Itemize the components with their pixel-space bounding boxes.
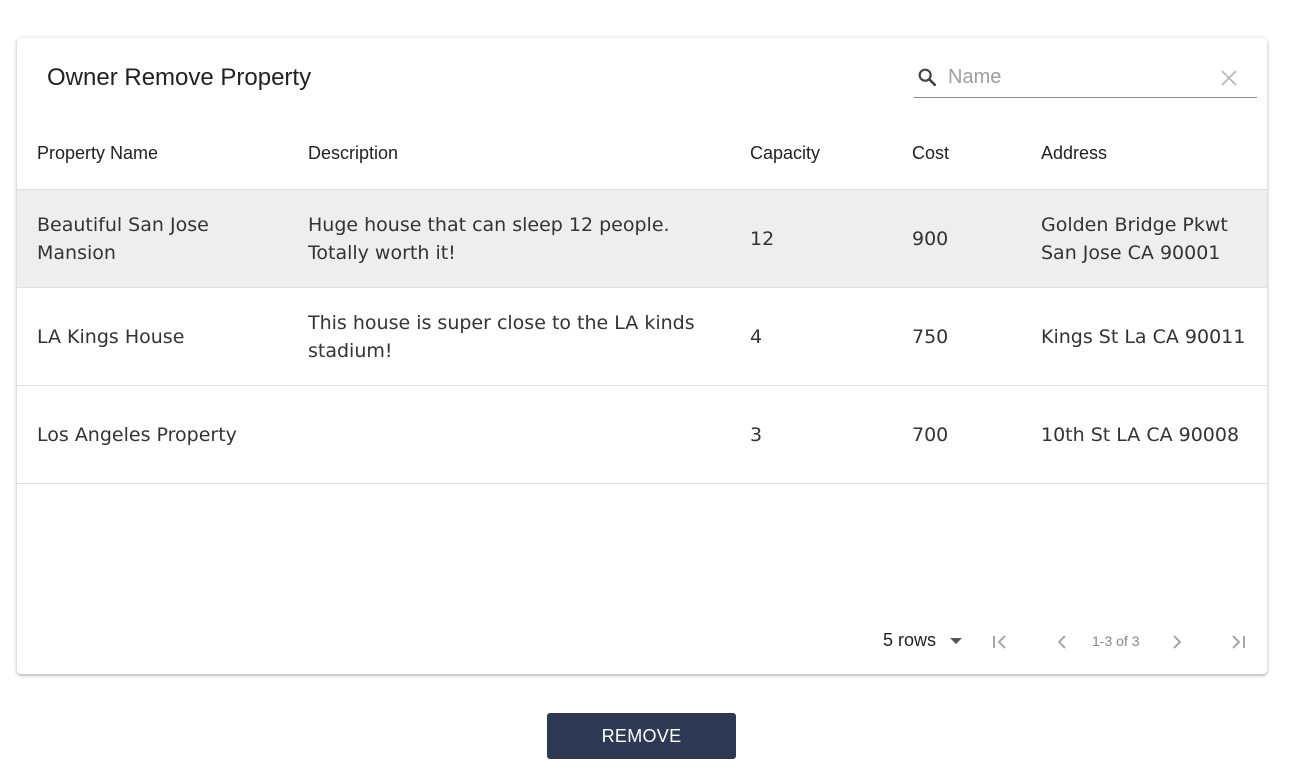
table-row[interactable]: LA Kings House This house is super close…	[17, 287, 1267, 386]
cell-address: Golden Bridge Pkwt San Jose CA 90001	[1021, 189, 1267, 288]
column-header-cost[interactable]: Cost	[892, 118, 1021, 190]
cell-capacity: 3	[730, 385, 892, 484]
table-toolbar: Owner Remove Property	[17, 38, 1267, 118]
table-row[interactable]: Los Angeles Property 3 700 10th St LA CA…	[17, 385, 1267, 484]
cell-cost: 750	[892, 287, 1021, 386]
column-header-description[interactable]: Description	[288, 118, 730, 190]
cell-property-name: Los Angeles Property	[17, 385, 288, 484]
page-info: 1-3 of 3	[1092, 633, 1140, 649]
chevron-down-icon[interactable]	[950, 638, 962, 644]
cell-cost: 700	[892, 385, 1021, 484]
search-field[interactable]	[914, 60, 1257, 98]
cell-capacity: 12	[730, 189, 892, 288]
search-icon	[916, 66, 938, 88]
last-page-icon[interactable]	[1225, 630, 1249, 654]
cell-address: Kings St La CA 90011	[1021, 287, 1267, 386]
cell-description: This house is super close to the LA kind…	[288, 287, 730, 386]
cell-property-name: LA Kings House	[17, 287, 288, 386]
table-header-row: Property Name Description Capacity Cost …	[17, 118, 1267, 190]
column-header-capacity[interactable]: Capacity	[730, 118, 892, 190]
cell-cost: 900	[892, 189, 1021, 288]
first-page-icon[interactable]	[989, 630, 1013, 654]
cell-property-name: Beautiful San Jose Mansion	[17, 189, 288, 288]
remove-button[interactable]: REMOVE	[547, 713, 736, 759]
rows-per-page-select[interactable]: 5 rows	[883, 630, 936, 654]
column-header-property-name[interactable]: Property Name	[17, 118, 288, 190]
table-pagination: 5 rows 1-3 of 3	[17, 618, 1267, 666]
cell-address: 10th St LA CA 90008	[1021, 385, 1267, 484]
cell-description: Huge house that can sleep 12 people. Tot…	[288, 189, 730, 288]
column-header-address[interactable]: Address	[1021, 118, 1267, 190]
table-row[interactable]: Beautiful San Jose Mansion Huge house th…	[17, 189, 1267, 288]
property-table: Property Name Description Capacity Cost …	[17, 118, 1267, 484]
search-input[interactable]	[948, 62, 1208, 92]
page-title: Owner Remove Property	[47, 64, 312, 91]
property-table-card: Owner Remove Property Property Name Desc	[17, 38, 1267, 674]
close-icon[interactable]	[1219, 68, 1239, 88]
cell-capacity: 4	[730, 287, 892, 386]
next-page-icon[interactable]	[1165, 630, 1189, 654]
previous-page-icon[interactable]	[1050, 630, 1074, 654]
cell-description	[288, 385, 730, 484]
